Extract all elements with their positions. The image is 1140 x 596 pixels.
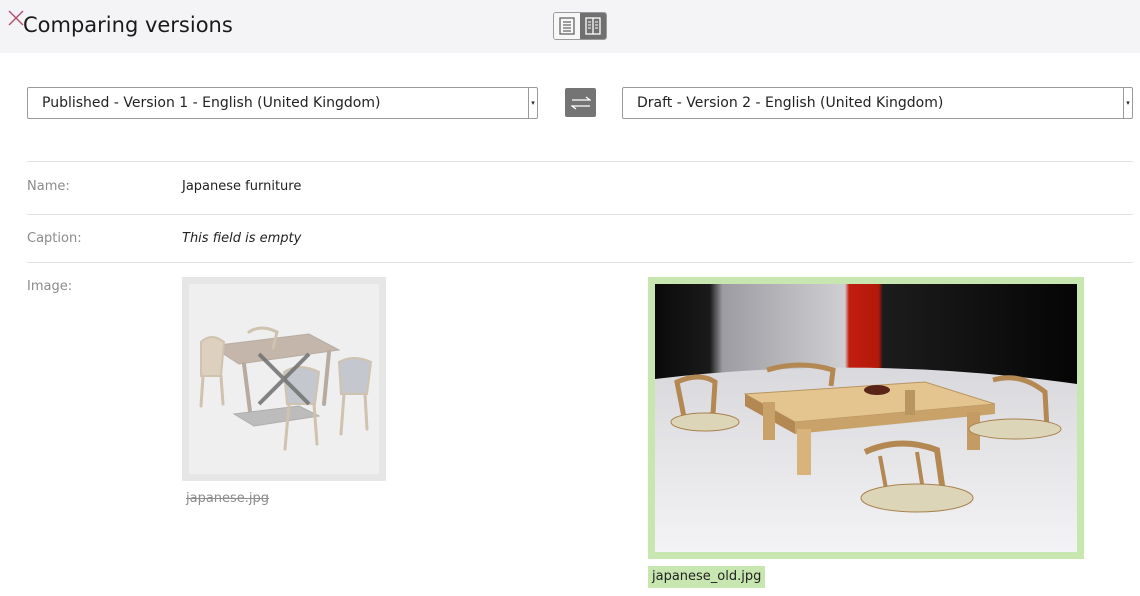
new-image-filename: japanese_old.jpg bbox=[648, 566, 766, 588]
divider bbox=[27, 161, 1133, 162]
right-version-value: Draft - Version 2 - English (United King… bbox=[637, 95, 944, 111]
japanese-table-photo bbox=[655, 284, 1077, 552]
table-and-chairs-image bbox=[199, 326, 373, 451]
caption-value: This field is empty bbox=[182, 231, 302, 246]
added-image bbox=[648, 277, 1084, 559]
side-by-side-view-icon bbox=[585, 17, 601, 35]
removed-image bbox=[182, 277, 386, 481]
swap-versions-button[interactable] bbox=[565, 88, 596, 117]
name-label: Name: bbox=[27, 179, 70, 194]
divider bbox=[27, 262, 1133, 263]
left-version-value: Published - Version 1 - English (United … bbox=[42, 95, 381, 111]
page-title: Comparing versions bbox=[23, 13, 233, 37]
image-label: Image: bbox=[27, 279, 73, 294]
left-version-select[interactable]: Published - Version 1 - English (United … bbox=[27, 87, 538, 119]
name-value: Japanese furniture bbox=[182, 179, 302, 194]
chevron-down-icon: ▾ bbox=[1123, 88, 1132, 118]
single-view-button[interactable] bbox=[554, 13, 580, 39]
view-toggle bbox=[553, 12, 607, 40]
split-view-button[interactable] bbox=[580, 13, 606, 39]
caption-label: Caption: bbox=[27, 231, 82, 246]
single-column-view-icon bbox=[559, 17, 575, 35]
swap-arrows-icon bbox=[570, 95, 591, 110]
chevron-down-icon: ▾ bbox=[528, 88, 537, 118]
old-image-filename: japanese.jpg bbox=[186, 491, 270, 506]
dialog-header: Comparing versions bbox=[0, 0, 1140, 53]
divider bbox=[27, 214, 1133, 215]
right-version-select[interactable]: Draft - Version 2 - English (United King… bbox=[622, 87, 1133, 119]
